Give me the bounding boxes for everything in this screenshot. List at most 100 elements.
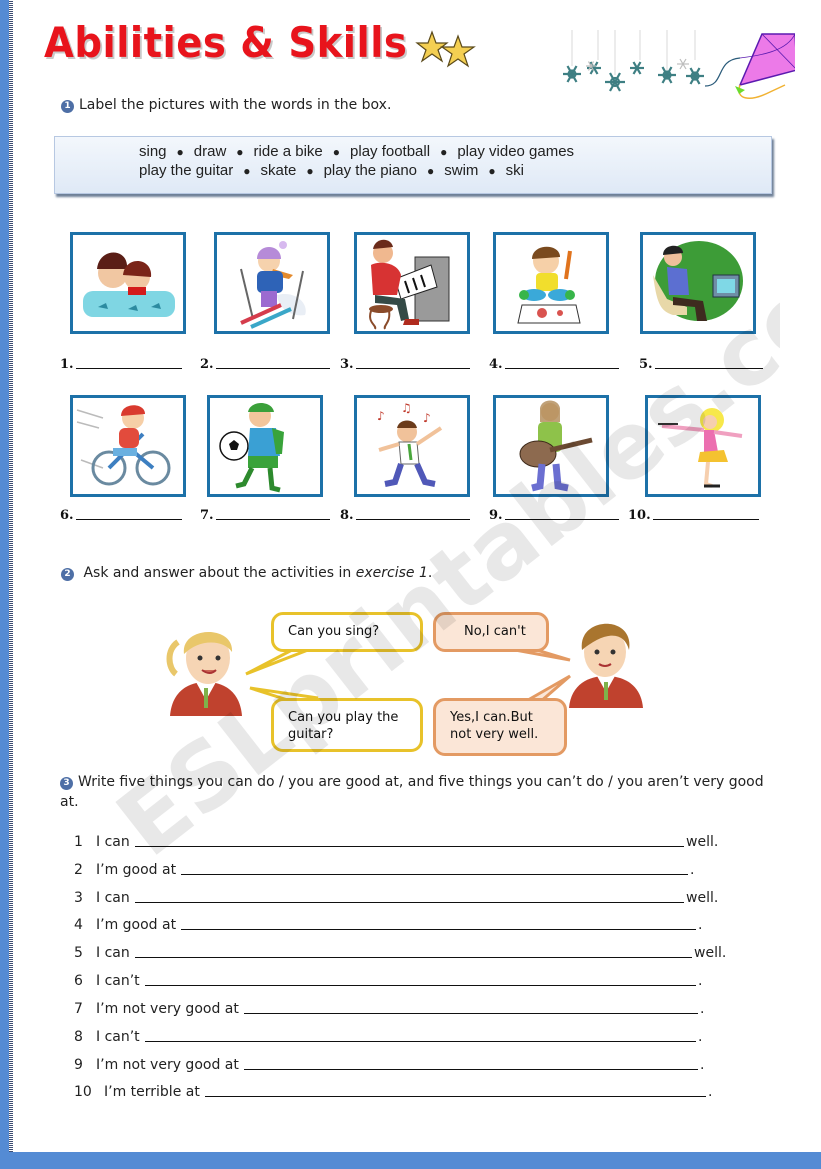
speech-bubble-answer-2: Yes,I can.But not very well. [433,698,567,756]
word: play the piano [323,162,417,179]
girl-character [166,631,242,716]
answer-blank[interactable] [144,972,696,986]
answer-blank-8[interactable] [355,508,470,520]
line-prefix: I’m not very good at [96,1057,239,1073]
exercise-number-badge: 2 [61,568,74,581]
writing-line: 6 I can’t. [74,969,702,989]
answer-blank[interactable] [181,861,688,875]
writing-line: 7 I’m not very good at. [74,997,704,1017]
line-prefix: I can [96,890,130,906]
answer-blank-2[interactable] [215,357,330,369]
writing-line: 10 I’m terrible at. [74,1080,712,1100]
answer-blank-3[interactable] [355,357,470,369]
writing-line: 9 I’m not very good at. [74,1053,704,1073]
answer-label-10: 10. [628,508,759,523]
picture-guitar [493,395,609,497]
instruction-text: Write five things you can do / you are g… [60,774,764,810]
footballer-illustration [219,403,284,493]
speech-bubble-question-2: Can you play the guitar? [271,698,423,752]
stars-icon [415,30,476,68]
writing-line: 1 I can well. [74,830,718,850]
answer-blank-7[interactable] [215,508,330,520]
label-number: 3. [340,357,354,372]
line-suffix: . [708,1084,713,1100]
label-number: 2. [200,357,214,372]
line-number: 1 [74,834,83,850]
line-suffix: well. [686,834,719,850]
child-drawing-illustration [517,246,581,324]
exercise-3-instruction: 3 Write five things you can do / you are … [60,772,770,812]
exercise-number-badge: 3 [60,777,73,790]
picture-sing: ♪ ♫ ♪ [354,395,470,497]
bullet: ● [440,145,448,159]
instruction-reference: exercise 1 [355,565,428,581]
answer-blank[interactable] [134,944,692,958]
answer-blank-9[interactable] [504,508,619,520]
line-number: 4 [74,917,83,933]
bullet: ● [236,145,244,159]
answer-blank[interactable] [181,916,696,930]
writing-line: 5 I can well. [74,941,726,961]
label-number: 7. [200,508,214,523]
line-suffix: . [690,862,695,878]
speech-bubble-question-1: Can you sing? [271,612,423,652]
answer-blank[interactable] [204,1083,706,1097]
line-number: 6 [74,973,83,989]
instruction-text: Label the pictures with the words in the… [79,97,392,113]
line-number: 5 [74,945,83,961]
line-prefix: I’m terrible at [104,1084,200,1100]
snowflakes-kite-decoration [563,30,795,99]
answer-blank[interactable] [134,889,684,903]
bubble-text: No,I can't [464,624,526,639]
answer-label-4: 4. [489,357,619,372]
answer-blank[interactable] [144,1028,696,1042]
answer-label-8: 8. [340,508,470,523]
word-box: sing ● draw ● ride a bike ● play football ● play… [54,136,772,194]
answer-label-7: 7. [200,508,330,523]
line-prefix: I can [96,834,130,850]
line-number: 8 [74,1029,83,1045]
answer-blank-1[interactable] [75,357,182,369]
answer-label-5: 5. [639,357,763,372]
line-suffix: well. [694,945,727,961]
bullet: ● [176,145,184,159]
bullet: ● [427,164,435,178]
line-prefix: I’m good at [96,917,177,933]
exercise-number-badge: 1 [61,100,74,113]
line-number: 9 [74,1057,83,1073]
page-title: Abilities & Skills [44,18,408,67]
bubble-text: Yes,I can.But not very well. [450,710,539,742]
answer-blank[interactable] [243,1056,698,1070]
answer-label-1: 1. [60,357,182,372]
answer-blank-10[interactable] [652,508,759,520]
answer-blank[interactable] [243,1000,698,1014]
picture-swim [70,232,186,334]
line-suffix: . [698,1029,703,1045]
answer-blank-5[interactable] [654,357,763,369]
word-box-line-2: play the guitar ● skate ● play the piano ● swi… [139,162,524,179]
line-prefix: I’m not very good at [96,1001,239,1017]
answer-label-9: 9. [489,508,619,523]
swimmers-illustration [83,252,175,317]
picture-ride-bike [70,395,186,497]
line-prefix: I’m good at [96,862,177,878]
word: draw [193,143,227,160]
writing-line: 4 I’m good at. [74,913,702,933]
label-number: 9. [489,508,503,523]
picture-draw [493,232,609,334]
line-prefix: I can’t [96,973,140,989]
word: play the guitar [139,162,234,179]
word: ski [505,162,525,179]
line-number: 3 [74,890,83,906]
answer-label-6: 6. [60,508,182,523]
instruction-punct: . [427,565,433,581]
answer-blank-4[interactable] [504,357,619,369]
bubble-text: Can you play the guitar? [288,710,399,742]
singer-illustration: ♪ ♫ ♪ [377,401,443,487]
line-number: 7 [74,1001,83,1017]
exercise-1-instruction: 1 Label the pictures with the words in th… [61,97,391,113]
answer-blank-6[interactable] [75,508,182,520]
label-number: 1. [60,357,74,372]
word: skate [260,162,297,179]
answer-blank[interactable] [134,833,684,847]
